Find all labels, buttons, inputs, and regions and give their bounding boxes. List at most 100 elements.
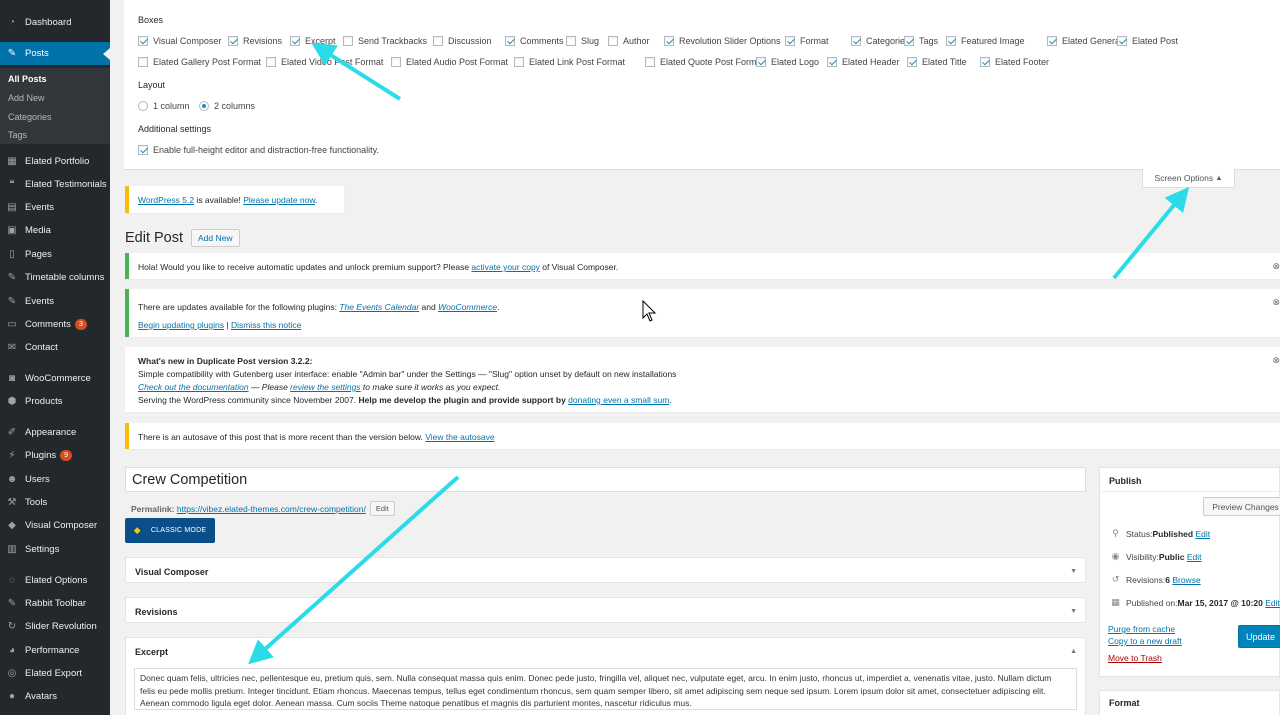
checkbox[interactable] bbox=[907, 57, 917, 67]
checkbox[interactable] bbox=[785, 36, 795, 46]
screen-options-toggle[interactable]: Screen Options ▲ bbox=[1142, 169, 1235, 188]
checkbox[interactable] bbox=[946, 36, 956, 46]
preview-changes-button[interactable]: Preview Changes bbox=[1203, 497, 1280, 516]
collapse-icon[interactable]: ▼ bbox=[1070, 608, 1077, 615]
sidebar-item[interactable]: ◙ WooCommerce bbox=[0, 367, 110, 390]
sidebar-item[interactable]: ↻ Slider Revolution bbox=[0, 615, 110, 638]
box-option-checkbox[interactable]: Elated Footer bbox=[980, 57, 1049, 67]
submenu-item[interactable]: All Posts bbox=[8, 74, 47, 84]
sidebar-item[interactable]: ◆ Visual Composer bbox=[0, 514, 110, 537]
checkbox[interactable] bbox=[433, 36, 443, 46]
checkbox[interactable] bbox=[851, 36, 861, 46]
checkbox[interactable] bbox=[566, 36, 576, 46]
revisions-box[interactable]: Revisions ▼ bbox=[125, 597, 1086, 623]
sidebar-item[interactable]: ⚡ Plugins 9 bbox=[0, 444, 110, 467]
box-option-checkbox[interactable]: Elated Title bbox=[907, 57, 967, 67]
dismiss-icon[interactable]: ⊗ bbox=[1272, 297, 1280, 308]
browse-revisions-link[interactable]: Browse bbox=[1172, 575, 1200, 585]
sidebar-item[interactable]: ✎ Rabbit Toolbar bbox=[0, 592, 110, 615]
layout-2-columns[interactable]: 2 columns bbox=[199, 101, 255, 111]
box-option-checkbox[interactable]: Elated Quote Post Format bbox=[645, 57, 764, 67]
checkbox[interactable] bbox=[827, 57, 837, 67]
permalink-edit-button[interactable]: Edit bbox=[369, 501, 395, 516]
checkbox[interactable] bbox=[664, 36, 674, 46]
sidebar-item[interactable]: ✎ Timetable columns bbox=[0, 266, 110, 289]
sidebar-item[interactable]: ● Avatars bbox=[0, 685, 110, 708]
box-option-checkbox[interactable]: Featured Image bbox=[946, 36, 1025, 46]
dismiss-icon[interactable]: ⊗ bbox=[1272, 261, 1280, 272]
published-edit-link[interactable]: Edit bbox=[1265, 598, 1280, 608]
checkbox[interactable] bbox=[1117, 36, 1127, 46]
box-option-checkbox[interactable]: Visual Composer bbox=[138, 36, 221, 46]
add-new-button[interactable]: Add New bbox=[191, 229, 240, 247]
layout-1-column[interactable]: 1 column bbox=[138, 101, 190, 111]
checkbox[interactable] bbox=[391, 57, 401, 67]
box-option-checkbox[interactable]: Elated Audio Post Format bbox=[391, 57, 508, 67]
sidebar-item[interactable]: ✐ Appearance bbox=[0, 421, 110, 444]
sidebar-item[interactable]: ◌ Elated Options bbox=[0, 569, 110, 592]
copy-draft-link[interactable]: Copy to a new draft bbox=[1108, 636, 1182, 646]
box-option-checkbox[interactable]: Send Trackbacks bbox=[343, 36, 427, 46]
sidebar-item[interactable]: ⬢ Products bbox=[0, 390, 110, 413]
box-option-checkbox[interactable]: Categories bbox=[851, 36, 910, 46]
visibility-edit-link[interactable]: Edit bbox=[1187, 552, 1202, 562]
documentation-link[interactable]: Check out the documentation bbox=[138, 382, 249, 392]
box-option-checkbox[interactable]: Elated Video Post Format bbox=[266, 57, 383, 67]
checkbox[interactable] bbox=[514, 57, 524, 67]
box-option-checkbox[interactable]: Revolution Slider Options bbox=[664, 36, 781, 46]
submenu-item[interactable]: Tags bbox=[8, 130, 27, 140]
radio-button[interactable] bbox=[199, 101, 209, 111]
sidebar-item[interactable]: ☻ Users bbox=[0, 468, 110, 491]
sidebar-item[interactable]: ✎ Events bbox=[0, 290, 110, 313]
box-option-checkbox[interactable]: Format bbox=[785, 36, 829, 46]
box-option-checkbox[interactable]: Elated Logo bbox=[756, 57, 819, 67]
expand-icon[interactable]: ▲ bbox=[1070, 648, 1077, 655]
sidebar-item[interactable]: ▥ Settings bbox=[0, 538, 110, 561]
sidebar-item[interactable]: ✉ Contact bbox=[0, 336, 110, 359]
checkbox[interactable] bbox=[756, 57, 766, 67]
woocommerce-link[interactable]: WooCommerce bbox=[438, 302, 497, 312]
post-title-input[interactable]: Crew Competition bbox=[125, 467, 1086, 492]
checkbox[interactable] bbox=[138, 36, 148, 46]
submenu-item[interactable]: Categories bbox=[8, 112, 52, 122]
box-option-checkbox[interactable]: Comments bbox=[505, 36, 564, 46]
checkbox[interactable] bbox=[505, 36, 515, 46]
sidebar-item[interactable]: ▤ Events bbox=[0, 196, 110, 219]
checkbox[interactable] bbox=[138, 145, 148, 155]
box-option-checkbox[interactable]: Elated Header bbox=[827, 57, 900, 67]
sidebar-item[interactable]: ▦ Elated Portfolio bbox=[0, 150, 110, 173]
begin-updating-link[interactable]: Begin updating plugins bbox=[138, 320, 224, 330]
box-option-checkbox[interactable]: Author bbox=[608, 36, 650, 46]
sidebar-item[interactable]: ▯ Pages bbox=[0, 243, 110, 266]
classic-mode-button[interactable]: ◆ CLASSIC MODE bbox=[125, 518, 215, 543]
visual-composer-box[interactable]: Visual Composer ▼ bbox=[125, 557, 1086, 583]
collapse-icon[interactable]: ▼ bbox=[1070, 568, 1077, 575]
radio-button[interactable] bbox=[138, 101, 148, 111]
view-autosave-link[interactable]: View the autosave bbox=[425, 432, 494, 442]
full-height-editor-checkbox[interactable]: Enable full-height editor and distractio… bbox=[138, 145, 379, 155]
checkbox[interactable] bbox=[266, 57, 276, 67]
events-calendar-link[interactable]: The Events Calendar bbox=[339, 302, 419, 312]
status-edit-link[interactable]: Edit bbox=[1195, 529, 1210, 539]
purge-cache-link[interactable]: Purge from cache bbox=[1108, 624, 1175, 634]
checkbox[interactable] bbox=[138, 57, 148, 67]
sidebar-item[interactable]: ▭ Comments 3 bbox=[0, 313, 110, 336]
box-option-checkbox[interactable]: Revisions bbox=[228, 36, 282, 46]
permalink-url[interactable]: https://vibez.elated-themes.com/crew-com… bbox=[177, 504, 366, 514]
box-option-checkbox[interactable]: Elated Post bbox=[1117, 36, 1178, 46]
sidebar-item[interactable]: ▣ Media bbox=[0, 219, 110, 242]
checkbox[interactable] bbox=[343, 36, 353, 46]
box-option-checkbox[interactable]: Elated General bbox=[1047, 36, 1122, 46]
box-option-checkbox[interactable]: Discussion bbox=[433, 36, 492, 46]
checkbox[interactable] bbox=[228, 36, 238, 46]
activate-copy-link[interactable]: activate your copy bbox=[471, 262, 540, 272]
checkbox[interactable] bbox=[980, 57, 990, 67]
dismiss-icon[interactable]: ⊗ bbox=[1272, 355, 1280, 366]
excerpt-textarea[interactable]: Donec quam felis, ultricies nec, pellent… bbox=[134, 668, 1077, 710]
checkbox[interactable] bbox=[608, 36, 618, 46]
sidebar-item[interactable]: ✎ Posts bbox=[0, 42, 110, 65]
box-option-checkbox[interactable]: Tags bbox=[904, 36, 938, 46]
checkbox[interactable] bbox=[1047, 36, 1057, 46]
update-button[interactable]: Update bbox=[1238, 625, 1280, 648]
sidebar-item[interactable]: ◕ Performance bbox=[0, 639, 110, 662]
